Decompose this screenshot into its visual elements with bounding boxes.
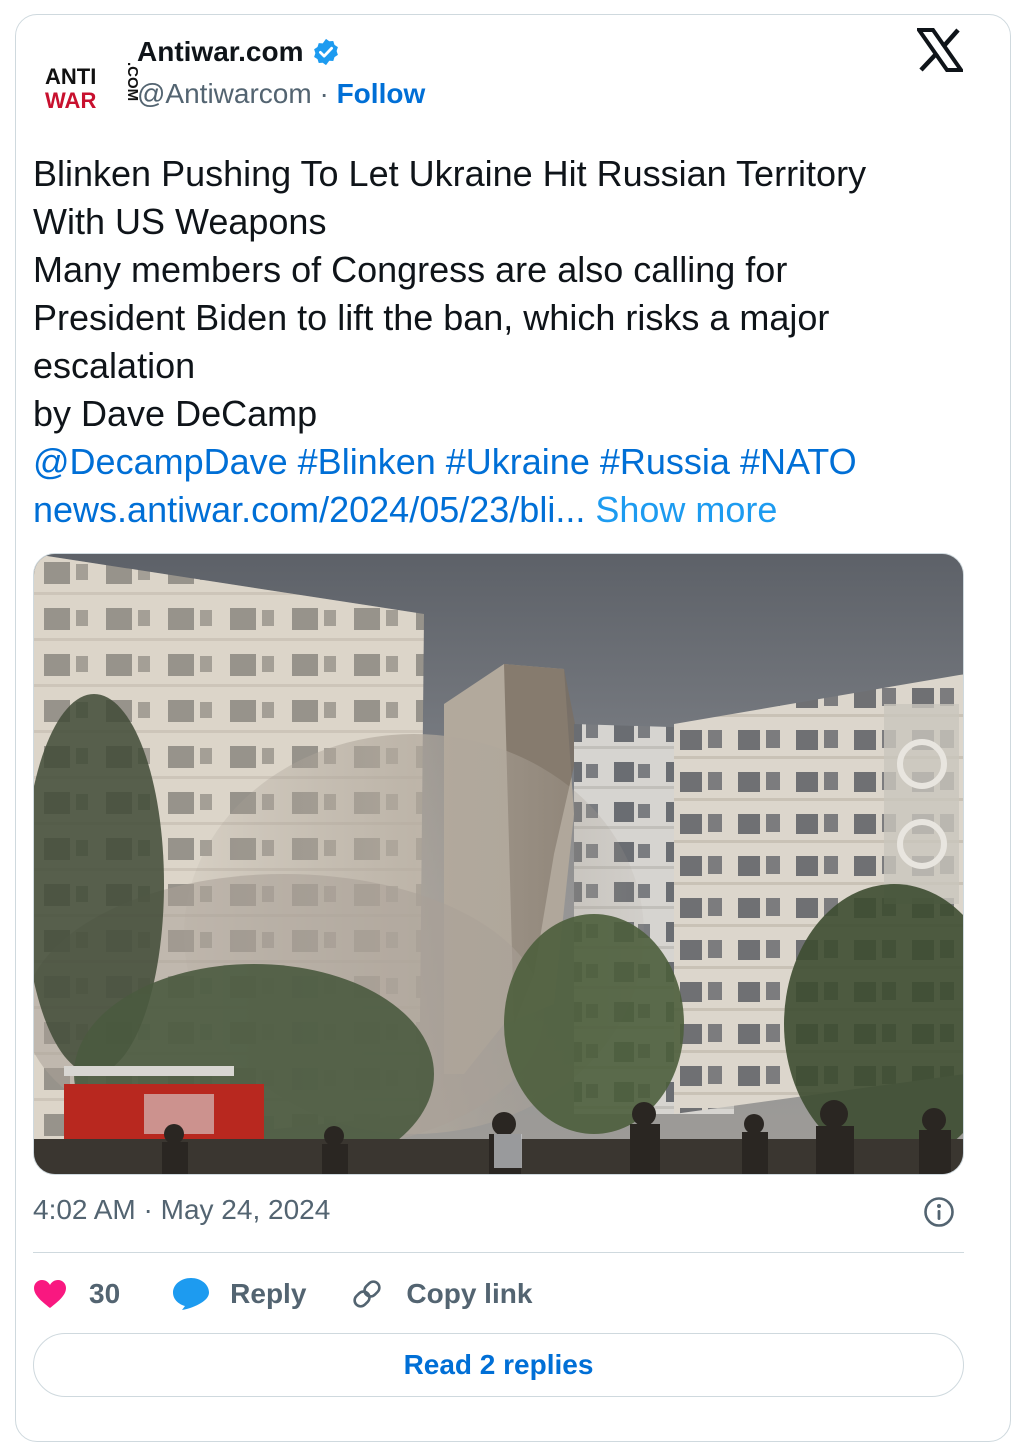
tweet-line-2: With US Weapons xyxy=(33,201,327,242)
logo-text-com: .COM xyxy=(124,62,138,101)
info-icon[interactable] xyxy=(923,1196,955,1228)
timestamp-separator: · xyxy=(143,1194,153,1225)
copy-link-label: Copy link xyxy=(406,1278,533,1309)
reply-bubble-icon xyxy=(172,1277,210,1311)
follow-button[interactable]: Follow xyxy=(337,78,426,109)
handle-row: @Antiwarcom · Follow xyxy=(137,78,425,110)
logo-text-anti: ANTI xyxy=(45,64,96,89)
hashtag-link[interactable]: #Blinken xyxy=(298,441,436,482)
tweet-actions: 30 Reply Copy link xyxy=(33,1272,532,1316)
reply-label: Reply xyxy=(230,1278,307,1309)
tweet-line-4: President Biden to lift the ban, which r… xyxy=(33,297,830,338)
article-url-link[interactable]: news.antiwar.com/2024/05/23/bli... xyxy=(33,489,585,530)
tweet-line-3: Many members of Congress are also callin… xyxy=(33,249,788,290)
actions-divider xyxy=(33,1252,964,1253)
read-replies-button[interactable]: Read 2 replies xyxy=(33,1333,964,1397)
logo-text-war: WAR xyxy=(45,88,96,113)
handle-separator: · xyxy=(319,78,329,109)
reply-button[interactable]: Reply xyxy=(172,1277,306,1311)
tweet-line-5: escalation xyxy=(33,345,196,386)
author-name-row[interactable]: Antiwar.com xyxy=(137,36,341,68)
antiwar-logo-avatar[interactable]: ANTI WAR .COM xyxy=(38,40,138,140)
like-count: 30 xyxy=(89,1278,121,1309)
read-replies-label: Read 2 replies xyxy=(403,1349,594,1380)
tweet-line-6: by Dave DeCamp xyxy=(33,393,318,434)
copy-link-button[interactable]: Copy link xyxy=(350,1277,532,1311)
like-button[interactable]: 30 xyxy=(33,1278,120,1310)
author-name[interactable]: Antiwar.com xyxy=(137,36,303,68)
author-handle[interactable]: @Antiwarcom xyxy=(137,78,312,109)
tweet-text: Blinken Pushing To Let Ukraine Hit Russi… xyxy=(33,150,963,534)
link-chain-icon xyxy=(350,1277,384,1311)
hashtag-link[interactable]: #Russia xyxy=(600,441,730,482)
mention-link[interactable]: @DecampDave xyxy=(33,441,288,482)
tweet-time: 4:02 AM xyxy=(33,1194,136,1225)
tweet-url-line: news.antiwar.com/2024/05/23/bli... Show … xyxy=(33,486,963,534)
show-more-link[interactable]: Show more xyxy=(595,489,777,530)
tweet-line-1: Blinken Pushing To Let Ukraine Hit Russi… xyxy=(33,153,867,194)
x-logo-icon[interactable] xyxy=(915,28,965,72)
tweet-date: May 24, 2024 xyxy=(160,1194,331,1225)
hashtag-link[interactable]: #NATO xyxy=(740,441,857,482)
verified-badge-icon xyxy=(311,37,341,67)
tweet-tags-line: @DecampDave #Blinken #Ukraine #Russia #N… xyxy=(33,438,963,486)
tweet-photo[interactable] xyxy=(33,553,964,1175)
tweet-timestamp[interactable]: 4:02 AM · May 24, 2024 xyxy=(33,1194,330,1226)
heart-icon xyxy=(33,1279,67,1309)
hashtag-link[interactable]: #Ukraine xyxy=(446,441,590,482)
